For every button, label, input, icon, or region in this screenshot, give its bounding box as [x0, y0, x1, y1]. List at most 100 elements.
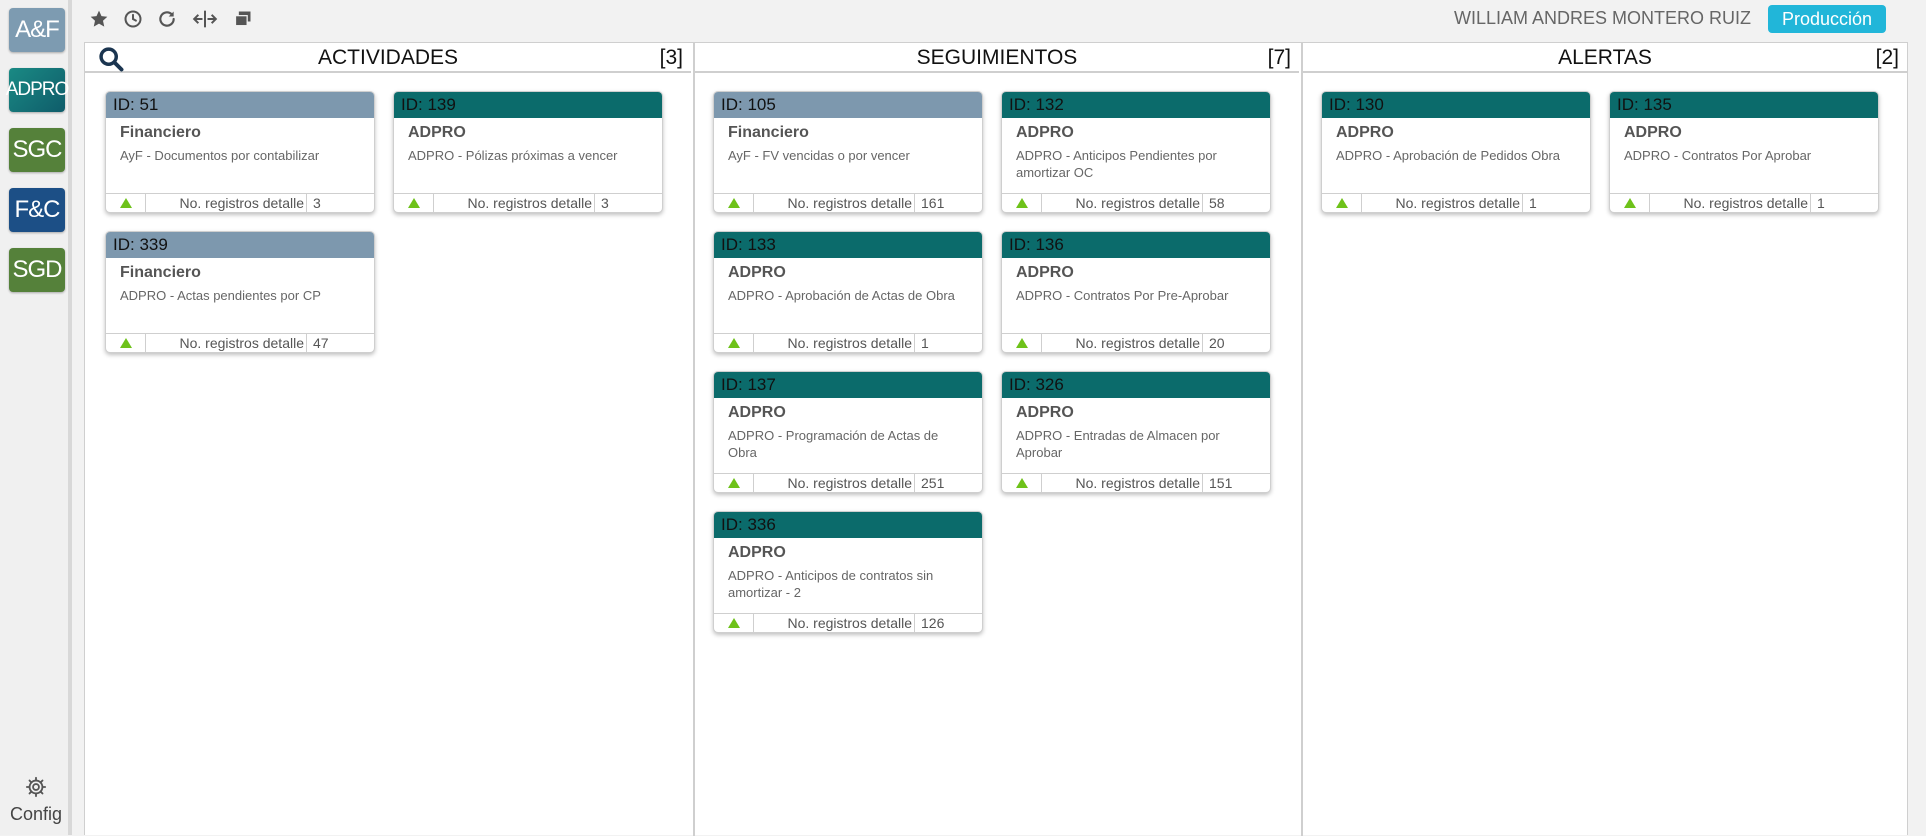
- card-footer: No. registros detalle 3: [106, 193, 374, 212]
- card-title: Financiero: [728, 124, 809, 141]
- user-name: WILLIAM ANDRES MONTERO RUIZ: [1453, 8, 1751, 28]
- column-header: ACTIVIDADES [3]: [85, 43, 691, 73]
- expand-arrow-icon[interactable]: [1002, 334, 1042, 352]
- card-title: ADPRO: [728, 264, 786, 281]
- activity-card[interactable]: ID: 51 Financiero AyF - Documentos por c…: [105, 91, 375, 213]
- activity-card[interactable]: ID: 139 ADPRO ADPRO - Pólizas próximas a…: [393, 91, 663, 213]
- card-footer: No. registros detalle 1: [1322, 193, 1590, 212]
- card-id: ID: 326: [1002, 372, 1270, 398]
- app-button-fc[interactable]: F&C: [9, 188, 65, 232]
- alert-card[interactable]: ID: 130 ADPRO ADPRO - Aprobación de Pedi…: [1321, 91, 1591, 213]
- detail-count-value: 251: [914, 474, 982, 492]
- card-description: ADPRO - Contratos Por Pre-Aprobar: [1016, 288, 1229, 303]
- resize-columns-icon[interactable]: [192, 6, 218, 32]
- card-title: ADPRO: [1336, 124, 1394, 141]
- card-description: ADPRO - Programación de Actas de Obra: [728, 428, 939, 460]
- expand-arrow-icon[interactable]: [714, 614, 754, 632]
- card-footer: No. registros detalle 1: [1610, 193, 1878, 212]
- kanban-board: ACTIVIDADES [3] ID: 51 Financiero AyF - …: [84, 42, 1908, 836]
- column-header: ALERTAS [2]: [1303, 43, 1907, 73]
- detail-count-label: No. registros detalle: [179, 335, 304, 351]
- column-seguimientos: SEGUIMIENTOS [7] ID: 105 Financiero AyF …: [693, 43, 1299, 836]
- detail-count-value: 1: [1810, 194, 1878, 212]
- app-button-sgc[interactable]: SGC: [9, 128, 65, 172]
- card-description: ADPRO - Anticipos de contratos sin amort…: [728, 568, 934, 600]
- card-footer: No. registros detalle 1: [714, 333, 982, 352]
- expand-arrow-icon[interactable]: [714, 474, 754, 492]
- activity-card[interactable]: ID: 339 Financiero ADPRO - Actas pendien…: [105, 231, 375, 353]
- card-id: ID: 51: [106, 92, 374, 118]
- card-id: ID: 336: [714, 512, 982, 538]
- expand-arrow-icon[interactable]: [1002, 474, 1042, 492]
- detail-count-label: No. registros detalle: [467, 195, 592, 211]
- app-button-sgd[interactable]: SGD: [9, 248, 65, 292]
- detail-count-label: No. registros detalle: [1075, 475, 1200, 491]
- card-id: ID: 105: [714, 92, 982, 118]
- card-description: ADPRO - Aprobación de Pedidos Obra: [1336, 148, 1561, 163]
- expand-arrow-icon[interactable]: [106, 194, 146, 212]
- column-alertas: ALERTAS [2] ID: 130 ADPRO ADPRO - Aproba…: [1301, 43, 1907, 836]
- top-toolbar: WILLIAM ANDRES MONTERO RUIZ Producción: [76, 0, 1926, 40]
- detail-count-label: No. registros detalle: [787, 475, 912, 491]
- detail-count-value: 1: [914, 334, 982, 352]
- card-id: ID: 135: [1610, 92, 1878, 118]
- card-title: ADPRO: [408, 124, 466, 141]
- expand-arrow-icon[interactable]: [394, 194, 434, 212]
- card-description: ADPRO - Entradas de Almacen por Aprobar: [1016, 428, 1220, 460]
- followup-card[interactable]: ID: 137 ADPRO ADPRO - Programación de Ac…: [713, 371, 983, 493]
- expand-arrow-icon[interactable]: [106, 334, 146, 352]
- detail-count-value: 3: [306, 194, 374, 212]
- column-count: [2]: [1875, 46, 1899, 69]
- detail-count-label: No. registros detalle: [787, 335, 912, 351]
- expand-arrow-icon[interactable]: [1322, 194, 1362, 212]
- app-button-af[interactable]: A&F: [9, 8, 65, 52]
- app-sidebar: A&F ADPRO SGC F&C SGD Config: [0, 0, 72, 835]
- card-description: ADPRO - Actas pendientes por CP: [120, 288, 321, 303]
- history-icon[interactable]: [120, 6, 146, 32]
- detail-count-value: 47: [306, 334, 374, 352]
- card-description: ADPRO - Anticipos Pendientes por amortiz…: [1016, 148, 1217, 180]
- column-title: ALERTAS: [1558, 46, 1652, 69]
- star-icon[interactable]: [86, 6, 112, 32]
- app-button-adpro[interactable]: ADPRO: [6, 68, 69, 112]
- column-header: SEGUIMIENTOS [7]: [695, 43, 1299, 73]
- card-description: ADPRO - Aprobación de Actas de Obra: [728, 288, 955, 303]
- detail-count-label: No. registros detalle: [787, 615, 912, 631]
- expand-arrow-icon[interactable]: [1002, 194, 1042, 212]
- followup-card[interactable]: ID: 133 ADPRO ADPRO - Aprobación de Acta…: [713, 231, 983, 353]
- card-title: ADPRO: [1016, 404, 1074, 421]
- expand-arrow-icon[interactable]: [714, 194, 754, 212]
- detail-count-value: 1: [1522, 194, 1590, 212]
- followup-card[interactable]: ID: 136 ADPRO ADPRO - Contratos Por Pre-…: [1001, 231, 1271, 353]
- followup-card[interactable]: ID: 105 Financiero AyF - FV vencidas o p…: [713, 91, 983, 213]
- card-description: ADPRO - Pólizas próximas a vencer: [408, 148, 618, 163]
- detail-count-label: No. registros detalle: [1683, 195, 1808, 211]
- detail-count-label: No. registros detalle: [787, 195, 912, 211]
- expand-arrow-icon[interactable]: [714, 334, 754, 352]
- column-actividades: ACTIVIDADES [3] ID: 51 Financiero AyF - …: [85, 43, 691, 836]
- card-title: ADPRO: [728, 544, 786, 561]
- card-id: ID: 132: [1002, 92, 1270, 118]
- card-footer: No. registros detalle 58: [1002, 193, 1270, 212]
- windows-icon[interactable]: [230, 6, 256, 32]
- detail-count-value: 58: [1202, 194, 1270, 212]
- card-title: ADPRO: [1016, 124, 1074, 141]
- environment-badge[interactable]: Producción: [1767, 5, 1886, 33]
- card-id: ID: 137: [714, 372, 982, 398]
- alert-card[interactable]: ID: 135 ADPRO ADPRO - Contratos Por Apro…: [1609, 91, 1879, 213]
- column-count: [3]: [659, 46, 683, 69]
- card-id: ID: 130: [1322, 92, 1590, 118]
- followup-card[interactable]: ID: 132 ADPRO ADPRO - Anticipos Pendient…: [1001, 91, 1271, 213]
- config-button[interactable]: Config: [0, 776, 72, 825]
- column-title: SEGUIMIENTOS: [916, 46, 1078, 69]
- refresh-icon[interactable]: [154, 6, 180, 32]
- card-id: ID: 339: [106, 232, 374, 258]
- detail-count-value: 3: [594, 194, 662, 212]
- expand-arrow-icon[interactable]: [1610, 194, 1650, 212]
- detail-count-label: No. registros detalle: [1075, 335, 1200, 351]
- followup-card[interactable]: ID: 336 ADPRO ADPRO - Anticipos de contr…: [713, 511, 983, 633]
- detail-count-value: 20: [1202, 334, 1270, 352]
- card-title: ADPRO: [1016, 264, 1074, 281]
- followup-card[interactable]: ID: 326 ADPRO ADPRO - Entradas de Almace…: [1001, 371, 1271, 493]
- detail-count-label: No. registros detalle: [1075, 195, 1200, 211]
